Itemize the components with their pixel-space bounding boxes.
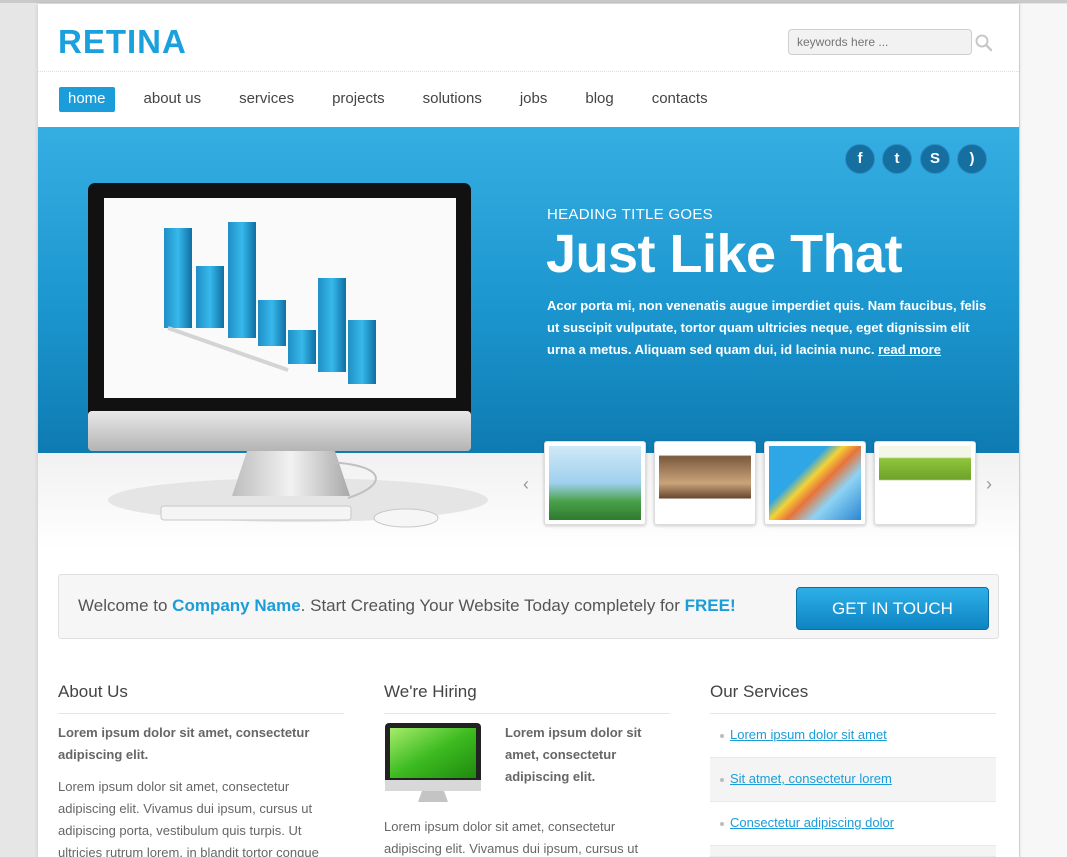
nav-item-projects[interactable]: projects <box>323 87 394 112</box>
header-divider <box>38 71 1019 72</box>
welcome-prefix: Welcome to <box>78 596 173 615</box>
site-logo[interactable]: RETINA <box>58 23 187 61</box>
about-divider <box>58 713 344 714</box>
nav-item-blog[interactable]: blog <box>576 87 622 112</box>
nav-item-about-us[interactable]: about us <box>135 87 211 112</box>
slider-thumbnail[interactable] <box>654 441 756 525</box>
slider-thumbnail[interactable] <box>544 441 646 525</box>
nav-item-home[interactable]: home <box>59 87 115 112</box>
get-in-touch-button[interactable]: GET IN TOUCH <box>796 587 989 630</box>
bullet-icon <box>720 822 724 826</box>
services-list-item: Lorem ipsum dolor sit amet <box>710 714 996 758</box>
services-list-item <box>710 846 996 857</box>
search-input[interactable] <box>788 29 972 55</box>
slider-thumbnail[interactable] <box>874 441 976 525</box>
search-icon[interactable] <box>974 33 994 53</box>
hiring-divider <box>384 713 670 714</box>
chevron-right-icon[interactable]: › <box>986 474 992 495</box>
about-title: About Us <box>58 682 128 701</box>
nav-item-contacts[interactable]: contacts <box>643 87 717 112</box>
facebook-icon[interactable]: f <box>845 144 875 174</box>
slider-thumbnail[interactable] <box>764 441 866 525</box>
monitor-icon <box>385 723 481 802</box>
about-lead: Lorem ipsum dolor sit amet, consectetur … <box>58 725 310 762</box>
hiring-title: We're Hiring <box>384 682 477 701</box>
hiring-body: Lorem ipsum dolor sit amet, consectetur … <box>384 819 639 856</box>
twitter-icon[interactable]: t <box>882 144 912 174</box>
services-title: Our Services <box>710 682 809 701</box>
welcome-middle: . Start Creating Your Website Today comp… <box>300 596 685 615</box>
skype-icon[interactable]: S <box>920 144 950 174</box>
nav-item-services[interactable]: services <box>230 87 303 112</box>
chevron-left-icon[interactable]: ‹ <box>523 474 529 495</box>
services-list-item: Sit atmet, consectetur lorem <box>710 758 996 802</box>
services-list-item: Consectetur adipiscing dolor <box>710 802 996 846</box>
read-more-link[interactable]: read more <box>878 342 941 357</box>
bullet-icon <box>720 778 724 782</box>
bullet-icon <box>720 734 724 738</box>
hiring-lead: Lorem ipsum dolor sit amet, consectetur … <box>505 725 642 784</box>
free-label: FREE! <box>684 596 736 615</box>
nav-item-jobs[interactable]: jobs <box>511 87 557 112</box>
hero-text: Acor porta mi, non venenatis augue imper… <box>547 295 997 361</box>
hero-title: Just Like That <box>546 224 903 284</box>
top-border <box>0 0 1067 3</box>
monitor-illustration <box>88 183 488 528</box>
hero-subtitle: HEADING TITLE GOES <box>547 206 713 223</box>
service-link[interactable]: Lorem ipsum dolor sit amet <box>730 727 887 742</box>
nav-item-solutions[interactable]: solutions <box>414 87 491 112</box>
welcome-text: Welcome to Company Name. Start Creating … <box>78 596 736 616</box>
page-container: RETINA home about us services projects s… <box>38 4 1019 857</box>
main-nav: home about us services projects solution… <box>59 87 737 113</box>
service-link[interactable]: Consectetur adipiscing dolor <box>730 815 894 830</box>
service-link[interactable]: Sit atmet, consectetur lorem <box>730 771 892 786</box>
company-name: Company Name <box>172 596 301 615</box>
rss-icon[interactable]: ) <box>957 144 987 174</box>
about-body: Lorem ipsum dolor sit amet, consectetur … <box>58 779 319 857</box>
right-gutter <box>1019 4 1067 857</box>
